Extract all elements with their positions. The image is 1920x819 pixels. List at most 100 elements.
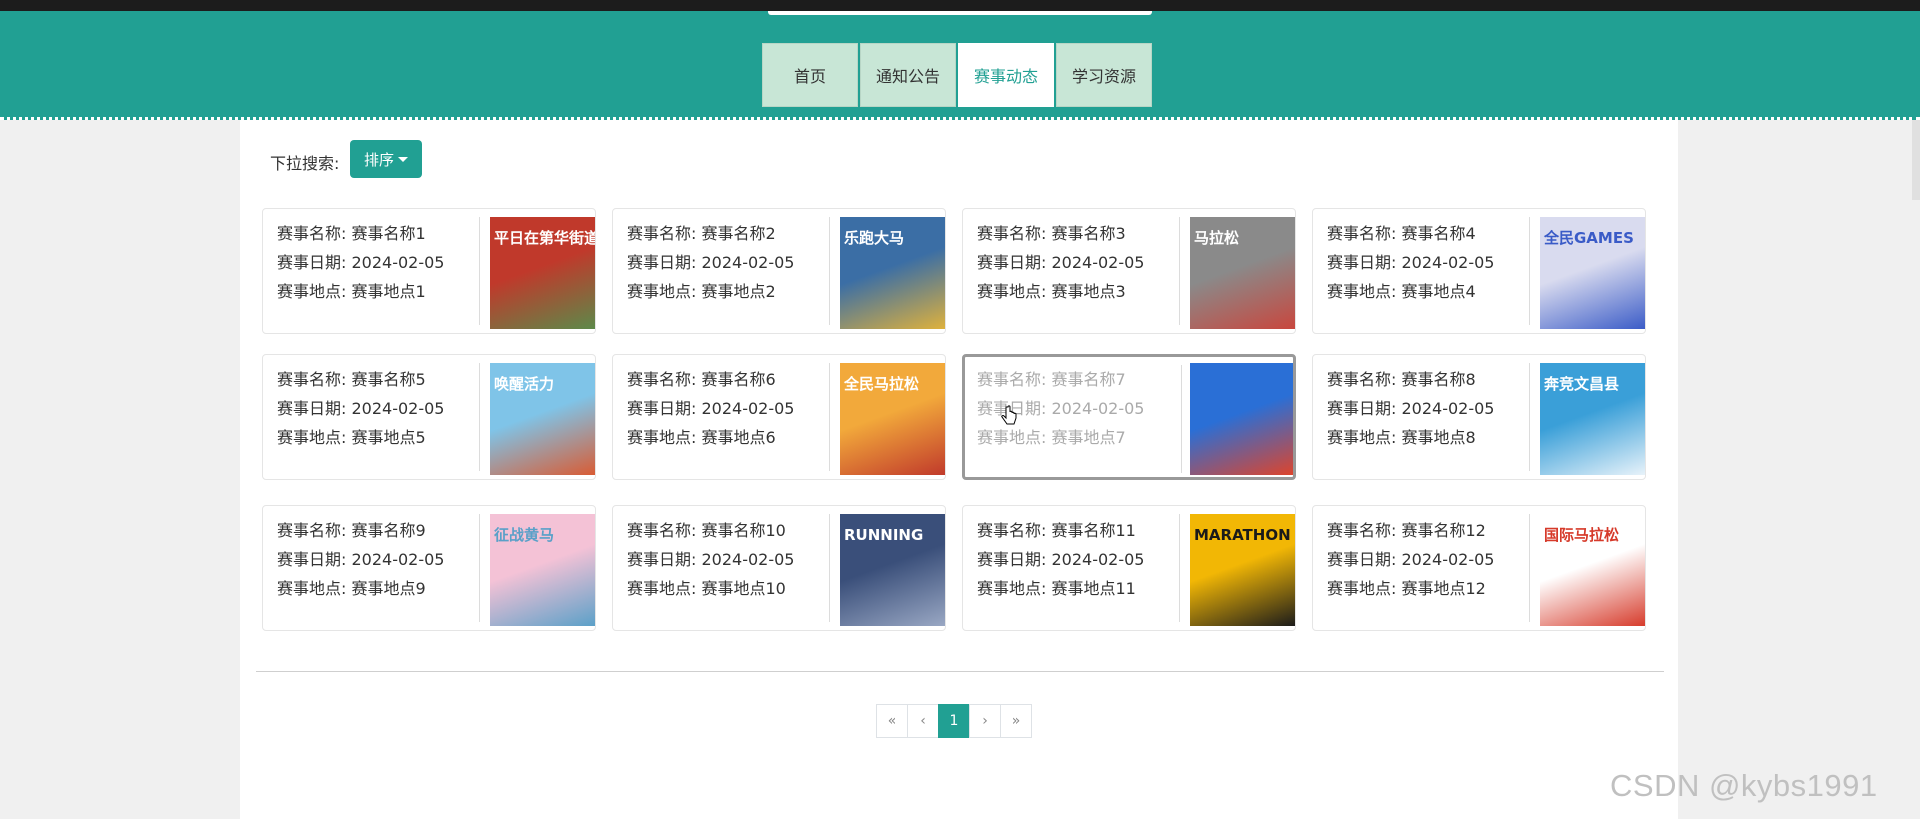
event-name: 赛事名称: 赛事名称7 [977, 370, 1126, 389]
main-nav: 首页 通知公告 赛事动态 学习资源 [762, 43, 1154, 107]
event-name: 赛事名称: 赛事名称1 [277, 224, 426, 243]
next-page-button[interactable]: › [969, 704, 1001, 738]
event-name: 赛事名称: 赛事名称9 [277, 521, 426, 540]
event-poster-image[interactable]: 国际马拉松 [1540, 514, 1645, 626]
event-info: 赛事名称: 赛事名称10 赛事日期: 2024-02-05 赛事地点: 赛事地点10 [627, 516, 794, 603]
event-info: 赛事名称: 赛事名称4 赛事日期: 2024-02-05 赛事地点: 赛事地点4 [1327, 219, 1494, 306]
card-divider [479, 217, 480, 325]
last-page-button[interactable]: » [1000, 704, 1032, 738]
event-poster-image[interactable]: 全民马拉松 [840, 363, 945, 475]
card-divider [1181, 365, 1182, 473]
event-location: 赛事地点: 赛事地点11 [977, 579, 1136, 598]
event-card[interactable]: 赛事名称: 赛事名称8 赛事日期: 2024-02-05 赛事地点: 赛事地点8 奔竞… [1312, 354, 1646, 480]
first-page-button[interactable]: « [876, 704, 908, 738]
event-card[interactable]: 赛事名称: 赛事名称9 赛事日期: 2024-02-05 赛事地点: 赛事地点9 征战… [262, 505, 596, 631]
event-card[interactable]: 赛事名称: 赛事名称3 赛事日期: 2024-02-05 赛事地点: 赛事地点3 马拉… [962, 208, 1296, 334]
event-info: 赛事名称: 赛事名称8 赛事日期: 2024-02-05 赛事地点: 赛事地点8 [1327, 365, 1494, 452]
site-header: 首页 通知公告 赛事动态 学习资源 [0, 11, 1920, 120]
event-name: 赛事名称: 赛事名称6 [627, 370, 776, 389]
event-card[interactable]: 赛事名称: 赛事名称1 赛事日期: 2024-02-05 赛事地点: 赛事地点1 平日… [262, 208, 596, 334]
event-card[interactable]: 赛事名称: 赛事名称12 赛事日期: 2024-02-05 赛事地点: 赛事地点12… [1312, 505, 1646, 631]
event-name: 赛事名称: 赛事名称5 [277, 370, 426, 389]
event-card[interactable]: 赛事名称: 赛事名称4 赛事日期: 2024-02-05 赛事地点: 赛事地点4 全民… [1312, 208, 1646, 334]
event-poster-image[interactable]: 奔竞文昌县 [1540, 363, 1645, 475]
card-divider [829, 363, 830, 471]
card-divider [1529, 217, 1530, 325]
event-card[interactable]: 赛事名称: 赛事名称2 赛事日期: 2024-02-05 赛事地点: 赛事地点2 乐跑… [612, 208, 946, 334]
prev-page-button[interactable]: ‹ [907, 704, 939, 738]
event-poster-image[interactable]: 征战黄马 [490, 514, 595, 626]
sort-dropdown-button[interactable]: 排序 [350, 140, 422, 178]
event-poster-image[interactable]: 全民GAMES [1540, 217, 1645, 329]
poster-title-text: MARATHON [1194, 526, 1291, 544]
event-date: 赛事日期: 2024-02-05 [277, 399, 445, 418]
event-name: 赛事名称: 赛事名称11 [977, 521, 1136, 540]
card-divider [829, 217, 830, 325]
event-info: 赛事名称: 赛事名称12 赛事日期: 2024-02-05 赛事地点: 赛事地点12 [1327, 516, 1494, 603]
event-card[interactable]: 赛事名称: 赛事名称5 赛事日期: 2024-02-05 赛事地点: 赛事地点5 唤醒… [262, 354, 596, 480]
event-name: 赛事名称: 赛事名称3 [977, 224, 1126, 243]
event-info: 赛事名称: 赛事名称11 赛事日期: 2024-02-05 赛事地点: 赛事地点11 [977, 516, 1144, 603]
header-search-box[interactable] [768, 11, 1152, 15]
dropdown-search-label: 下拉搜索: [270, 154, 340, 173]
event-date: 赛事日期: 2024-02-05 [977, 253, 1145, 272]
event-location: 赛事地点: 赛事地点3 [977, 282, 1126, 301]
event-location: 赛事地点: 赛事地点2 [627, 282, 776, 301]
event-poster-image[interactable]: MARATHON [1190, 514, 1295, 626]
event-date: 赛事日期: 2024-02-05 [977, 550, 1145, 569]
poster-title-text: 平日在第华街道 [494, 229, 596, 247]
nav-item-3[interactable]: 赛事动态 [958, 43, 1054, 107]
divider-line [256, 671, 1664, 672]
event-card[interactable]: 赛事名称: 赛事名称6 赛事日期: 2024-02-05 赛事地点: 赛事地点6 全民… [612, 354, 946, 480]
top-window-bar [0, 0, 1920, 11]
event-location: 赛事地点: 赛事地点5 [277, 428, 426, 447]
card-divider [1529, 514, 1530, 622]
event-info: 赛事名称: 赛事名称2 赛事日期: 2024-02-05 赛事地点: 赛事地点2 [627, 219, 794, 306]
poster-title-text: 奔竞文昌县 [1544, 375, 1620, 393]
caret-down-icon [398, 156, 408, 162]
poster-title-text: 乐跑大马 [844, 229, 905, 247]
event-name: 赛事名称: 赛事名称12 [1327, 521, 1486, 540]
poster-title-text: 国际马拉松 [1544, 526, 1620, 544]
event-info: 赛事名称: 赛事名称6 赛事日期: 2024-02-05 赛事地点: 赛事地点6 [627, 365, 794, 452]
event-card[interactable]: 赛事名称: 赛事名称11 赛事日期: 2024-02-05 赛事地点: 赛事地点11… [962, 505, 1296, 631]
sort-button-label: 排序 [363, 150, 394, 169]
event-info: 赛事名称: 赛事名称3 赛事日期: 2024-02-05 赛事地点: 赛事地点3 [977, 219, 1144, 306]
event-location: 赛事地点: 赛事地点10 [627, 579, 786, 598]
event-card[interactable]: 赛事名称: 赛事名称10 赛事日期: 2024-02-05 赛事地点: 赛事地点10… [612, 505, 946, 631]
event-info: 赛事名称: 赛事名称9 赛事日期: 2024-02-05 赛事地点: 赛事地点9 [277, 516, 444, 603]
event-info: 赛事名称: 赛事名称1 赛事日期: 2024-02-05 赛事地点: 赛事地点1 [277, 219, 444, 306]
event-date: 赛事日期: 2024-02-05 [1327, 550, 1495, 569]
scrollbar[interactable] [1912, 120, 1920, 200]
card-divider [829, 514, 830, 622]
main-content: 下拉搜索: 排序 赛事名称: 赛事名称1 赛事日期: 2024-02-05 赛事地点… [240, 120, 1678, 819]
card-divider [1179, 514, 1180, 622]
nav-item-4[interactable]: 学习资源 [1056, 43, 1152, 107]
event-location: 赛事地点: 赛事地点12 [1327, 579, 1486, 598]
current-page-button[interactable]: 1 [938, 704, 970, 738]
event-location: 赛事地点: 赛事地点4 [1327, 282, 1476, 301]
event-location: 赛事地点: 赛事地点8 [1327, 428, 1476, 447]
event-poster-image[interactable]: 唤醒活力 [490, 363, 595, 475]
event-location: 赛事地点: 赛事地点9 [277, 579, 426, 598]
event-location: 赛事地点: 赛事地点1 [277, 282, 426, 301]
poster-title-text: 唤醒活力 [494, 375, 555, 393]
card-divider [1179, 217, 1180, 325]
nav-item-2[interactable]: 通知公告 [860, 43, 956, 107]
event-date: 赛事日期: 2024-02-05 [1327, 253, 1495, 272]
poster-title-text: 全民马拉松 [844, 375, 920, 393]
event-poster-image[interactable]: 平日在第华街道 [490, 217, 596, 329]
event-poster-image[interactable]: 马拉松 [1190, 217, 1295, 329]
nav-item-1[interactable]: 首页 [762, 43, 858, 107]
event-poster-image[interactable]: 乐跑大马 [840, 217, 945, 329]
event-name: 赛事名称: 赛事名称10 [627, 521, 786, 540]
poster-title-text: 全民GAMES [1544, 229, 1634, 247]
event-poster-image[interactable]: RUNNING [840, 514, 945, 626]
poster-title-text: RUNNING [844, 526, 924, 544]
event-name: 赛事名称: 赛事名称8 [1327, 370, 1476, 389]
event-poster-image[interactable] [1190, 363, 1293, 475]
card-divider [1529, 363, 1530, 471]
event-name: 赛事名称: 赛事名称2 [627, 224, 776, 243]
card-divider [479, 363, 480, 471]
event-location: 赛事地点: 赛事地点6 [627, 428, 776, 447]
